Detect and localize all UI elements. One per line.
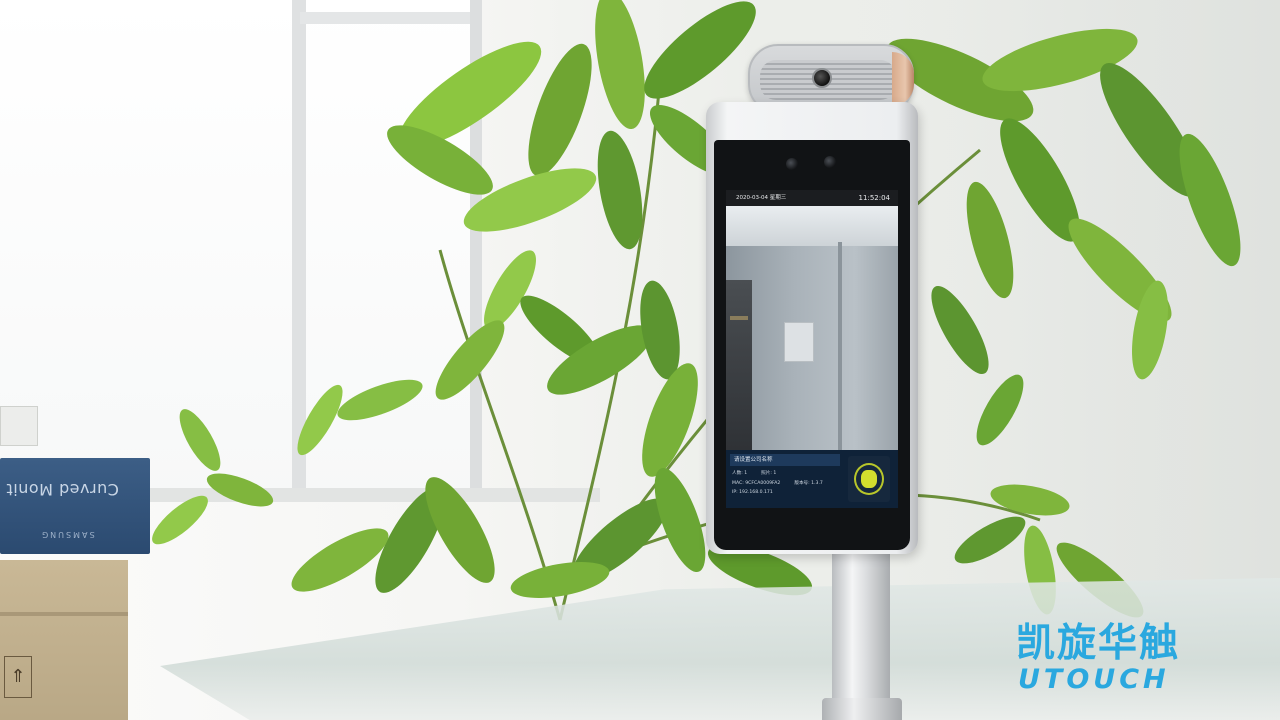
info-row-ip: IP: 192.168.0.171 (732, 490, 787, 495)
thermal-lens-icon (812, 68, 832, 88)
info-row-counts: 人数: 1 照片: 1 (732, 470, 790, 476)
logo-english-text: UTOUCH (1018, 664, 1170, 695)
preview-door-handle (730, 316, 748, 320)
company-name-label: 请设置公司名称 (730, 454, 840, 466)
photo-scene: Curved Monit SAMSUNG ⇑ 2020-03-04 星期三 11… (0, 0, 1280, 720)
terminal-screen: 2020-03-04 星期三 11:52:04 请设置公司名称 人数: 1 照片:… (726, 190, 898, 508)
face-scan-icon (848, 456, 890, 502)
camera-lens-left-icon (786, 158, 798, 170)
photo-count: 照片: 1 (761, 471, 777, 476)
version-number: 版本号: 1.3.7 (794, 481, 823, 486)
device-stand-base (822, 698, 902, 720)
camera-preview (726, 206, 898, 452)
ip-address: IP: 192.168.0.171 (732, 490, 773, 495)
preview-ceiling (726, 206, 898, 246)
plant-leaves (152, 0, 1241, 618)
people-count: 人数: 1 (732, 471, 748, 476)
face-scan-core (861, 470, 877, 488)
mac-address: MAC: 9CFCA0009FA2 (732, 481, 781, 486)
screen-date: 2020-03-04 星期三 (736, 195, 787, 201)
preview-pillar (838, 242, 842, 452)
screen-status-bar: 2020-03-04 星期三 11:52:04 (726, 190, 898, 206)
logo-chinese-text: 凯旋华触 (1016, 621, 1181, 666)
info-row-mac: MAC: 9CFCA0009FA2 版本号: 1.3.7 (732, 480, 837, 486)
preview-door (726, 280, 752, 450)
device-stand-pole (832, 550, 890, 720)
device-info-panel: 请设置公司名称 人数: 1 照片: 1 MAC: 9CFCA0009FA2 版本号:… (726, 450, 898, 508)
camera-lens-right-icon (824, 156, 836, 168)
utouch-logo: 凯旋华触 UTOUCH (1016, 612, 1244, 695)
preview-wall-notice (784, 322, 814, 362)
screen-time: 11:52:04 (858, 194, 890, 202)
